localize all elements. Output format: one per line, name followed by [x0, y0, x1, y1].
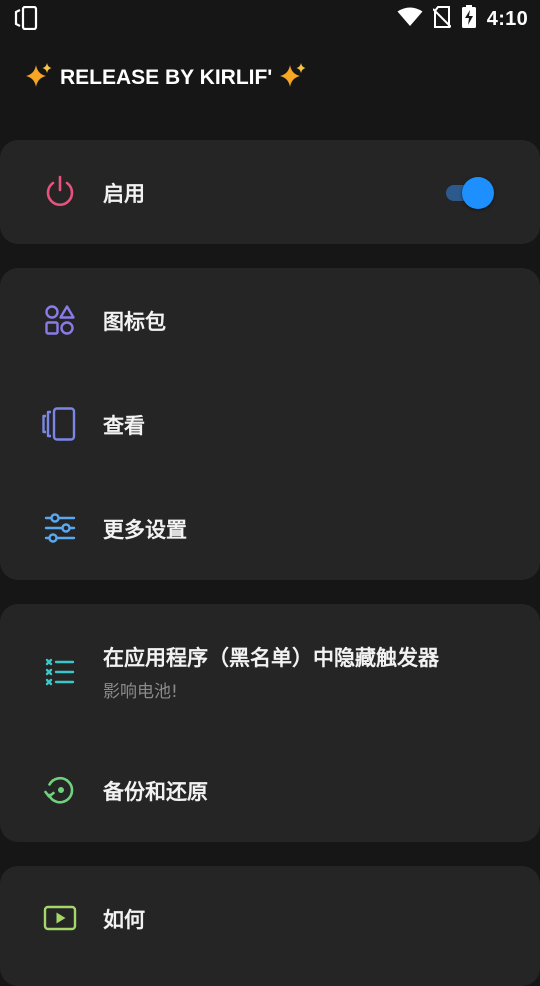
header-title: RELEASE BY KIRLIF': [60, 66, 273, 89]
howto-card: 如何: [0, 866, 540, 986]
sparkles-icon: [24, 61, 54, 95]
no-sim-icon: [432, 6, 452, 32]
view-label: 查看: [103, 414, 145, 438]
app-header: RELEASE BY KIRLIF': [24, 60, 308, 96]
checklist-icon: [42, 654, 78, 690]
backup-restore-row[interactable]: 备份和还原: [0, 738, 540, 842]
enable-row[interactable]: 启用: [0, 140, 540, 244]
clock: 4:10: [486, 7, 528, 30]
play-video-icon: [42, 900, 78, 936]
enable-card: 启用: [0, 140, 540, 244]
more-settings-row[interactable]: 更多设置: [0, 476, 540, 580]
restore-icon: [42, 772, 78, 808]
battery-charging-icon: [461, 5, 477, 33]
power-icon: [42, 174, 78, 210]
more-settings-label: 更多设置: [103, 518, 187, 542]
phone-rotate-icon: [14, 5, 40, 34]
advanced-card: 在应用程序（黑名单）中隐藏触发器 影响电池! 备份和还原: [0, 604, 540, 842]
howto-row[interactable]: 如何: [0, 866, 540, 970]
cards-view-icon: [42, 406, 78, 442]
status-bar: 4:10: [0, 0, 540, 36]
blacklist-label: 在应用程序（黑名单）中隐藏触发器: [103, 646, 439, 670]
settings-card: 图标包 查看 更多设置: [0, 268, 540, 580]
blacklist-sublabel: 影响电池!: [103, 682, 178, 702]
wifi-icon: [397, 7, 423, 31]
enable-label: 启用: [103, 182, 145, 206]
sliders-icon: [42, 510, 78, 546]
status-icons: 4:10: [397, 5, 528, 33]
shapes-icon: [42, 302, 78, 338]
howto-label: 如何: [103, 908, 145, 932]
toggle-thumb: [462, 177, 494, 209]
icon-pack-label: 图标包: [103, 310, 166, 334]
blacklist-row[interactable]: 在应用程序（黑名单）中隐藏触发器 影响电池!: [0, 604, 540, 738]
backup-restore-label: 备份和还原: [103, 780, 208, 804]
icon-pack-row[interactable]: 图标包: [0, 268, 540, 372]
sparkles-icon: [278, 61, 308, 95]
view-row[interactable]: 查看: [0, 372, 540, 476]
enable-toggle[interactable]: [444, 177, 494, 209]
